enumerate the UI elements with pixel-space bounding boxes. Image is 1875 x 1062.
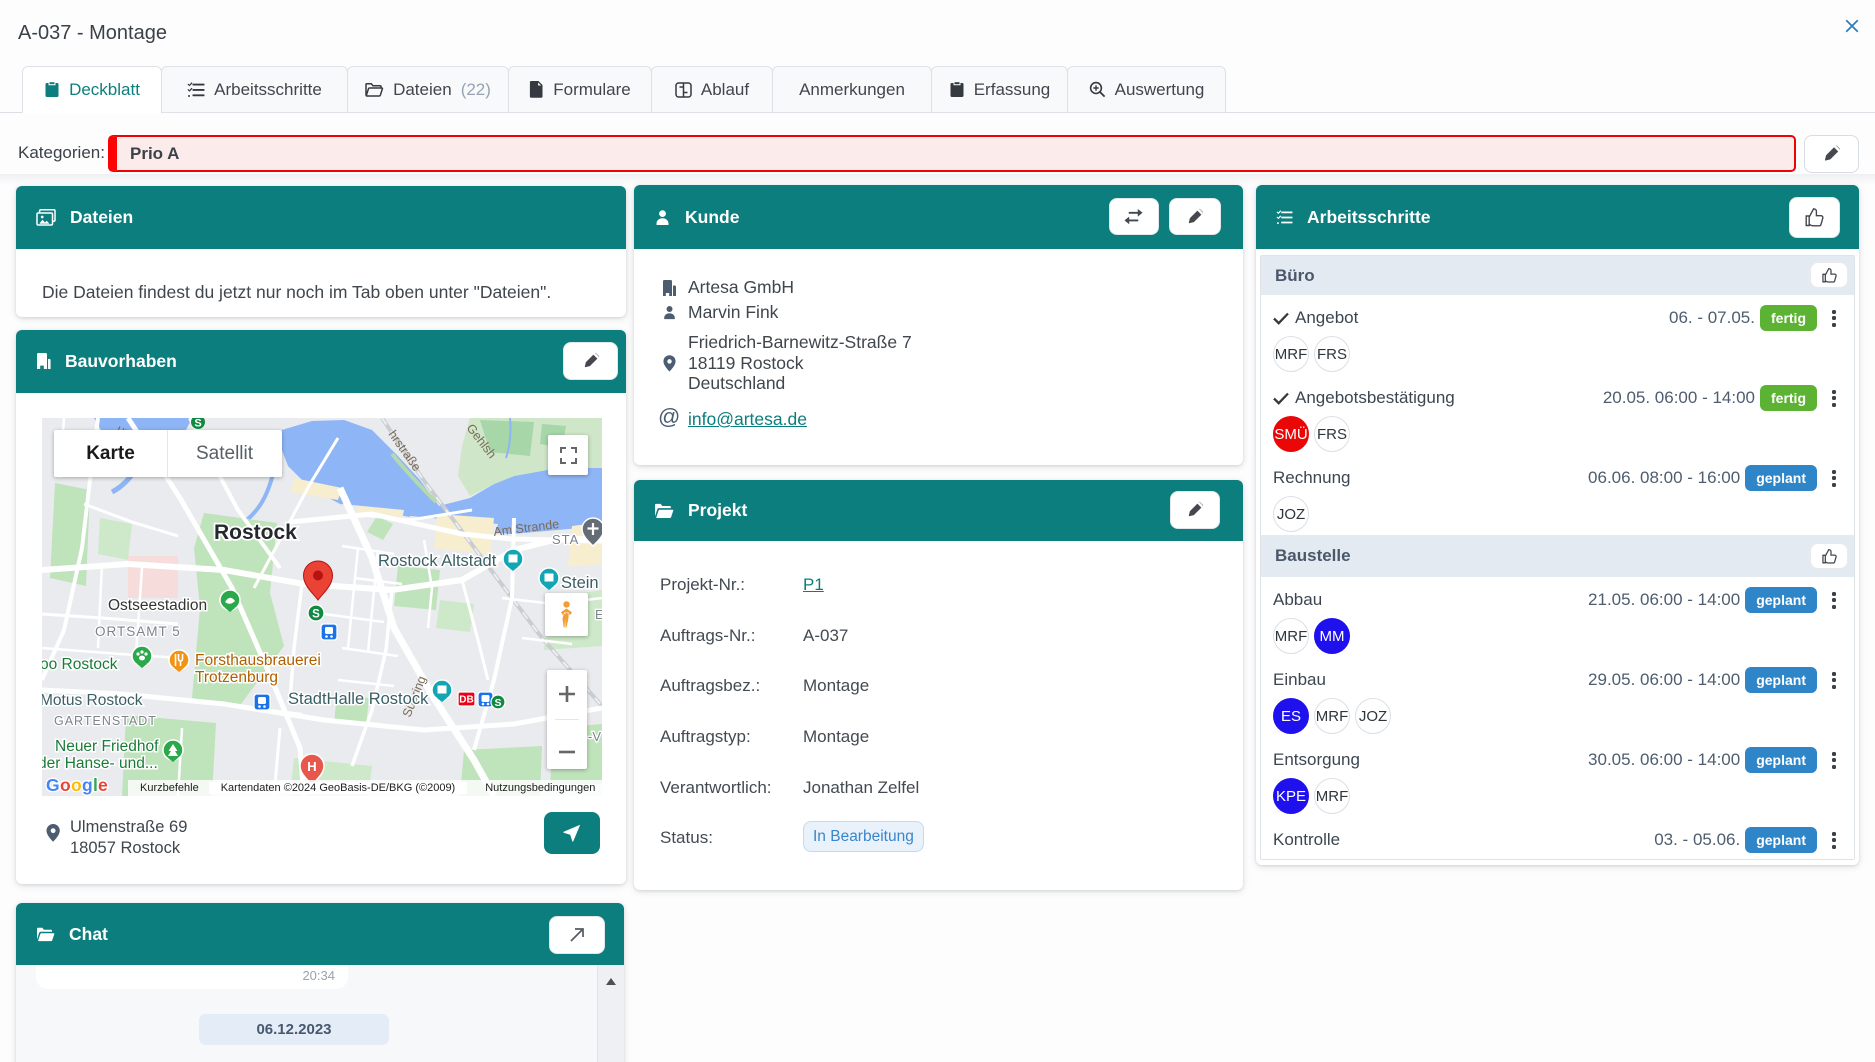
svg-text:S: S [312, 609, 320, 621]
svg-text:H: H [307, 759, 316, 774]
svg-text:der Hanse- und...: der Hanse- und... [42, 755, 158, 772]
svg-text:ORTSAMT 5: ORTSAMT 5 [95, 624, 181, 639]
svg-text:StadtHalle Rostock: StadtHalle Rostock [288, 690, 429, 708]
svg-text:Stein: Stein [561, 574, 599, 592]
svg-text:Trotzenburg: Trotzenburg [195, 669, 278, 686]
svg-text:e: e [98, 775, 108, 795]
svg-text:Rostock Altstadt: Rostock Altstadt [378, 552, 497, 570]
svg-text:STA: STA [552, 532, 579, 547]
svg-text:E: E [595, 607, 602, 622]
svg-text:S: S [494, 697, 501, 709]
svg-text:-V: -V [588, 729, 601, 744]
svg-text:Rostock: Rostock [214, 521, 297, 544]
svg-text:oo Rostock: oo Rostock [42, 656, 118, 673]
svg-text:g: g [82, 775, 93, 795]
svg-text:Motus Rostock: Motus Rostock [42, 692, 143, 709]
svg-text:GARTENSTADT: GARTENSTADT [54, 714, 157, 728]
svg-text:o: o [60, 775, 71, 795]
svg-text:DB: DB [459, 695, 473, 706]
svg-text:S: S [194, 418, 201, 430]
svg-text:o: o [71, 775, 82, 795]
svg-text:Ostseestadion: Ostseestadion [108, 597, 207, 614]
svg-text:Forsthausbrauerei: Forsthausbrauerei [195, 652, 321, 669]
svg-text:Neuer Friedhof: Neuer Friedhof [55, 738, 159, 755]
svg-text:G: G [46, 775, 60, 795]
